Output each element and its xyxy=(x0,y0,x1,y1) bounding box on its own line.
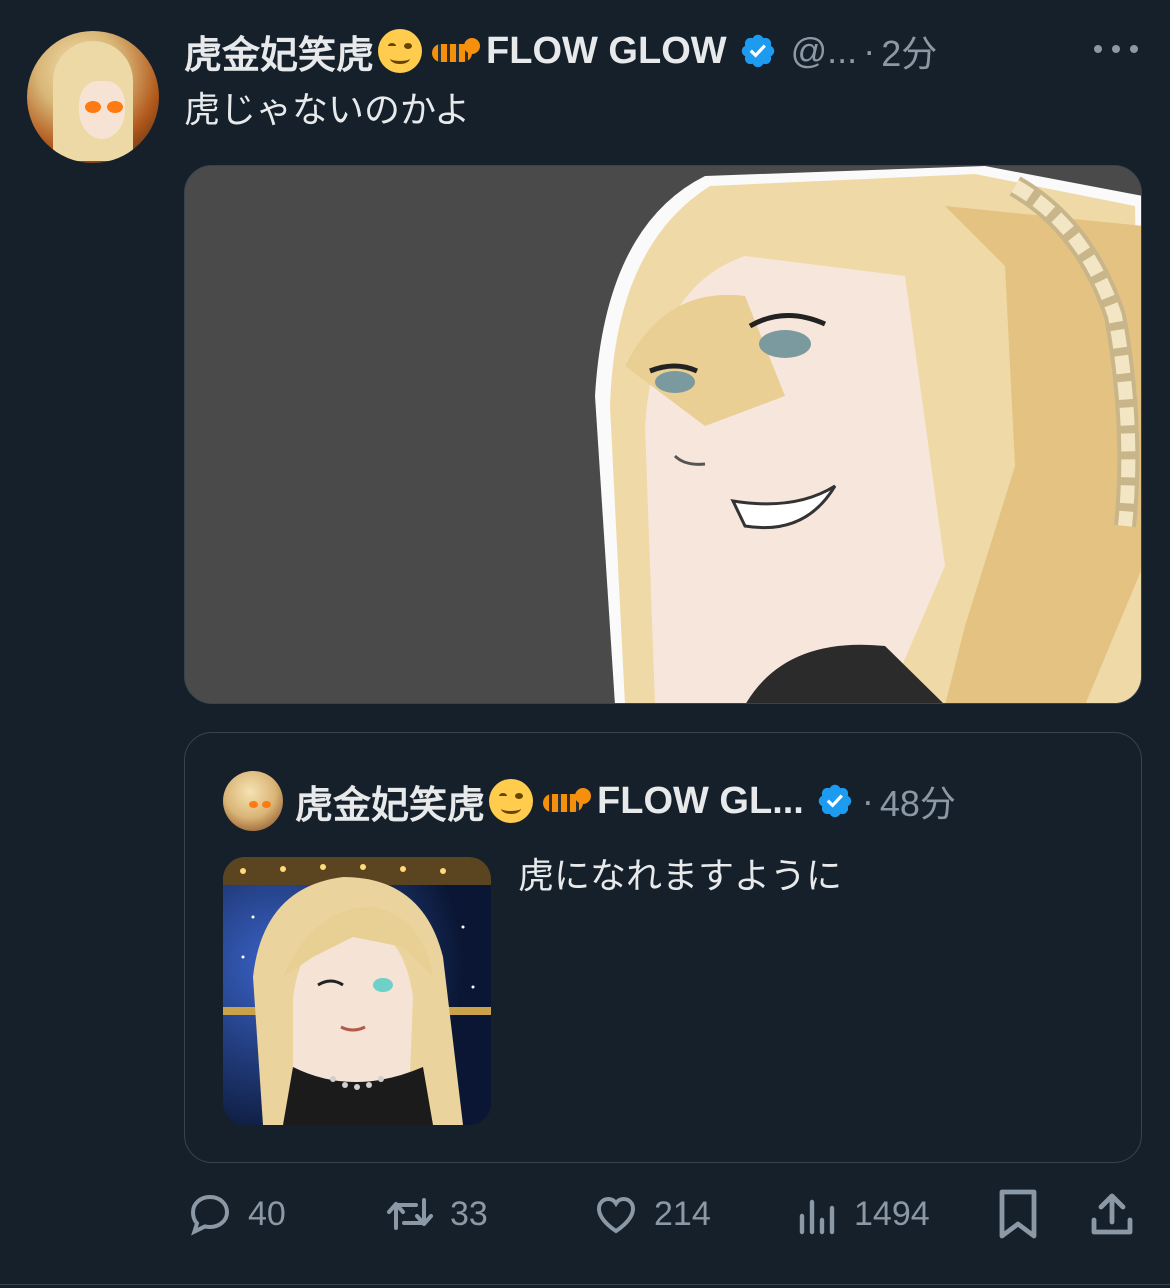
author-display-name-suffix[interactable]: FLOW GLOW xyxy=(486,30,727,73)
verified-icon[interactable] xyxy=(816,782,854,820)
author-display-name[interactable]: 虎金妃笑虎 xyxy=(184,24,374,79)
like-button[interactable]: 214 xyxy=(592,1186,711,1242)
like-icon xyxy=(596,1196,636,1234)
smiling-face-emoji-icon xyxy=(378,29,423,73)
more-icon[interactable] xyxy=(1094,36,1138,62)
repost-count: 33 xyxy=(450,1194,488,1233)
quoted-tweet-header: 虎金妃笑虎 FLOW GL... · 48分 xyxy=(295,771,956,831)
tweet-header: 虎金妃笑虎 FLOW GLOW @... · 2分 xyxy=(184,24,1084,78)
smiling-face-emoji-icon xyxy=(489,779,534,823)
bookmark-button[interactable] xyxy=(996,1186,1040,1242)
tweet-text: 虎じゃないのかよ xyxy=(184,90,471,131)
bottom-divider xyxy=(0,1284,1170,1285)
views-count: 1494 xyxy=(854,1194,930,1233)
quoted-author-avatar[interactable] xyxy=(223,771,283,831)
quoted-time-separator: · xyxy=(861,780,874,821)
quoted-tweet-image-illustration xyxy=(223,857,491,1125)
share-icon xyxy=(1091,1193,1133,1235)
repost-icon xyxy=(387,1198,433,1230)
quoted-author-display-name[interactable]: 虎金妃笑虎 xyxy=(295,774,485,829)
quoted-author-display-name-suffix[interactable]: FLOW GL... xyxy=(597,780,804,823)
bookmark-icon xyxy=(999,1189,1037,1239)
tiger-emoji-icon xyxy=(430,34,482,68)
tiger-emoji-icon xyxy=(541,784,593,818)
quoted-tweet-image[interactable] xyxy=(223,857,491,1125)
tweet-image-illustration xyxy=(185,166,1141,703)
reply-count: 40 xyxy=(248,1194,286,1233)
views-button[interactable]: 1494 xyxy=(796,1186,930,1242)
author-avatar[interactable] xyxy=(27,31,159,163)
quoted-tweet-time[interactable]: 48分 xyxy=(880,775,956,827)
tweet-image[interactable] xyxy=(184,165,1142,704)
quoted-tweet-text: 虎になれますように xyxy=(518,856,843,897)
reply-icon xyxy=(190,1194,230,1236)
reply-button[interactable]: 40 xyxy=(186,1186,286,1242)
tweet-time[interactable]: 2分 xyxy=(881,25,937,77)
like-count: 214 xyxy=(654,1194,711,1233)
quoted-tweet[interactable]: 虎金妃笑虎 FLOW GL... · 48分 虎になれますように xyxy=(184,732,1142,1163)
views-icon xyxy=(799,1199,835,1235)
share-button[interactable] xyxy=(1090,1186,1134,1242)
verified-icon[interactable] xyxy=(739,32,777,70)
repost-button[interactable]: 33 xyxy=(384,1186,488,1242)
tweet-action-bar: 40 33 214 1494 xyxy=(184,1186,1142,1242)
time-separator: · xyxy=(863,30,876,71)
author-handle[interactable]: @... xyxy=(791,30,858,72)
